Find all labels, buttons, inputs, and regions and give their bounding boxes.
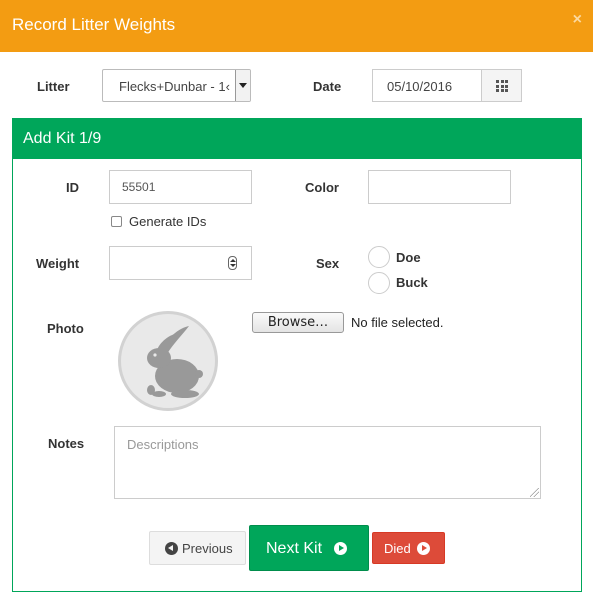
rabbit-icon: [147, 326, 203, 398]
panel-header: Add Kit 1/9: [13, 119, 581, 159]
calendar-grid-icon: [496, 80, 508, 92]
resize-grip-icon[interactable]: [530, 488, 539, 497]
arrow-circle-right-icon: [417, 542, 430, 555]
next-kit-button-label: Next Kit: [266, 540, 323, 557]
notes-placeholder: Descriptions: [127, 437, 199, 452]
previous-button[interactable]: Previous: [149, 531, 246, 565]
browse-button[interactable]: Browse…: [252, 312, 344, 333]
previous-button-label: Previous: [182, 541, 233, 556]
color-input[interactable]: [368, 170, 511, 204]
file-status: No file selected.: [351, 315, 444, 330]
photo-label: Photo: [47, 321, 84, 336]
date-input[interactable]: 05/10/2016: [372, 69, 482, 102]
sex-radio-doe[interactable]: [368, 246, 390, 268]
id-input-value: 55501: [122, 180, 156, 194]
litter-select[interactable]: Flecks+Dunbar - 1‹: [102, 69, 251, 102]
litter-select-value: Flecks+Dunbar - 1‹: [119, 79, 230, 94]
color-label: Color: [305, 180, 339, 195]
date-label: Date: [313, 79, 342, 94]
litter-label: Litter: [37, 79, 70, 94]
notes-label: Notes: [48, 436, 85, 451]
weight-stepper-icon[interactable]: [228, 256, 237, 270]
date-picker-button[interactable]: [481, 69, 522, 102]
modal-title: Record Litter Weights: [12, 15, 176, 34]
modal-header: Record Litter Weights ×: [0, 0, 593, 52]
generate-ids-checkbox[interactable]: [111, 216, 122, 227]
weight-label: Weight: [36, 256, 80, 271]
sex-label: Sex: [316, 256, 340, 271]
date-input-value: 05/10/2016: [387, 79, 453, 94]
notes-textarea[interactable]: Descriptions: [114, 426, 541, 499]
arrow-circle-right-icon: [334, 542, 347, 555]
id-label: ID: [66, 180, 79, 195]
arrow-circle-left-icon: [165, 542, 178, 555]
id-input[interactable]: 55501: [109, 170, 252, 204]
sex-radio-buck[interactable]: [368, 272, 390, 294]
close-icon[interactable]: ×: [573, 12, 582, 28]
chevron-down-icon[interactable]: [235, 70, 250, 101]
died-button[interactable]: Died: [372, 532, 445, 564]
generate-ids-label[interactable]: Generate IDs: [129, 214, 206, 230]
next-kit-button[interactable]: Next Kit: [249, 525, 369, 571]
panel-title: Add Kit 1/9: [23, 130, 102, 147]
sex-option-doe[interactable]: Doe: [396, 250, 421, 266]
died-button-label: Died: [384, 541, 411, 556]
rabbit-photo-placeholder[interactable]: [118, 311, 218, 411]
sex-option-buck[interactable]: Buck: [396, 275, 428, 291]
